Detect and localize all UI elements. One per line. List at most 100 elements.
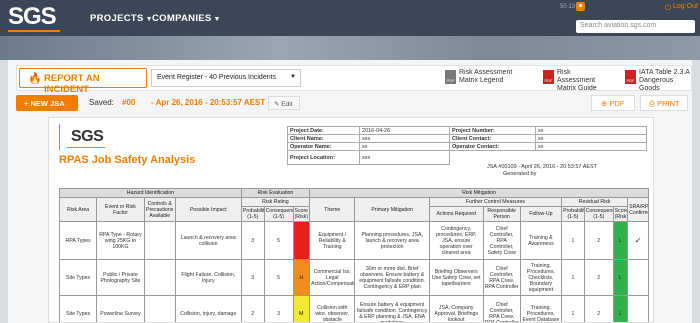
cell-rcons: 2 (583, 259, 614, 296)
cell-impact: Collision, injury, damage (174, 295, 242, 322)
col-header: Follow-Up (519, 206, 563, 222)
cell-cons: 3 (263, 295, 294, 322)
pdf-icon: PDF (625, 70, 636, 84)
user-icon[interactable] (576, 2, 585, 11)
col-header: Probability (1-5) (561, 206, 585, 222)
report-incident-button[interactable]: 🔥 REPORT AN INCIDENT (19, 68, 147, 95)
user-label: 50 13 (560, 4, 576, 10)
col-header: Consequence (1-5) (263, 206, 294, 222)
col-header: Consequence (1-5) (583, 206, 614, 222)
cell-controls (143, 259, 176, 296)
doc-title: RPAS Job Safety Analysis (59, 154, 196, 166)
cell-confirmed (627, 295, 649, 322)
cell-cons: 5 (263, 259, 294, 296)
info-value: xxx (359, 150, 450, 165)
risk-score-high: H (292, 221, 311, 260)
doc-link-guide[interactable]: Risk Assessment Matrix Guide (557, 69, 609, 93)
info-label: Client Name: (287, 134, 360, 143)
cell-person: Chief Controller, RPA Controller, Safety… (482, 221, 521, 260)
col-header: Theme (309, 197, 356, 222)
logout-icon[interactable]: ⏻ (665, 3, 671, 13)
edit-button[interactable]: ✎ Edit (268, 96, 300, 110)
logout-link[interactable]: Log Out (673, 3, 698, 10)
cell-actions: Contingency, procedures, ERP, JSA, ensur… (428, 221, 484, 260)
cell-cons: 5 (263, 221, 294, 260)
doc-link-iata[interactable]: IATA Table 2.3.A Dangerous Goods (639, 69, 693, 93)
cell-risk-area: RPA Types (58, 221, 98, 260)
cell-follow: Training, Procedures, Checklists, Bounda… (519, 259, 563, 296)
group-header: Risk Rating (240, 197, 311, 207)
doc-logo-underline (67, 147, 105, 148)
header-backdrop (0, 36, 700, 60)
table-row: RPA Types RPA Type - Rotary wing 25KG to… (58, 221, 649, 260)
cell-actions: Briefing Observers Use Safety Crew, set … (428, 259, 484, 296)
cell-actions: JSA, Company Approval, Briefings lookout (428, 295, 484, 322)
cell-rprob: 1 (561, 295, 585, 322)
cell-event: Powerline Survey (96, 295, 145, 322)
info-value: xxx (359, 134, 450, 143)
cell-primary: Ensure battery & equipment failsafe cond… (354, 295, 430, 322)
cell-person: Chief Controller, RPA Crew, RPA Controll… (482, 259, 521, 296)
group-header: Residual Risk (561, 197, 629, 207)
group-header: Hazard Identification (59, 188, 242, 198)
action-bar: + NEW JSA Saved: #00 - Apr 26, 2016 - 20… (16, 93, 692, 113)
info-value: xx (535, 126, 647, 135)
group-header: Risk Evaluation (240, 188, 311, 198)
event-register-select[interactable]: Event Register - 40 Previous Incidents ▼ (151, 69, 301, 87)
cell-impact: Launch & recovery area collision (174, 221, 242, 260)
cell-risk-area: Site Types (58, 295, 98, 322)
col-header: Risk Area (58, 197, 98, 222)
jsa-reference: JSA #00109 - April 26, 2016 - 20:53:57 A… (487, 164, 598, 170)
nav-projects[interactable]: PROJECTS ▼ (90, 13, 153, 24)
doc-link-legend[interactable]: Risk Assessment Matrix Legend (459, 69, 513, 85)
info-label: Project Number: (449, 126, 536, 135)
table-row: Site Types Powerline Survey Collision, i… (58, 295, 649, 322)
cell-prob: 2 (240, 295, 265, 322)
info-label: Project Location: (287, 150, 360, 165)
col-header: Score (Risk) (612, 206, 629, 222)
cell-risk-area: Site Types (58, 259, 98, 296)
col-header: Actions Required (428, 206, 484, 222)
pdf-icon: PDF (543, 70, 554, 84)
cell-event: Public / Private Photography Site (96, 259, 145, 296)
chevron-down-icon: ▼ (290, 74, 296, 80)
cell-impact: Flight Failure, Collision, Injury (174, 259, 242, 296)
cell-person: Chief Controller, RPA Crew, RPA Controll… (482, 295, 521, 322)
info-label: Project Date: (287, 126, 360, 135)
cell-rprob: 1 (561, 221, 585, 260)
new-jsa-button[interactable]: + NEW JSA (16, 95, 78, 111)
cell-rcons: 2 (583, 221, 614, 260)
info-value: xx (359, 142, 450, 151)
info-value: xx (535, 142, 647, 151)
logo-underline (8, 30, 60, 32)
cell-event: RPA Type - Rotary wing 25KG to 100KG (96, 221, 145, 260)
check-icon: ✓ (627, 221, 649, 260)
generated-by: Generated by (503, 171, 537, 177)
print-button[interactable]: ⎙ PRINT (640, 95, 688, 111)
residual-score-low: L (612, 295, 629, 322)
chevron-down-icon: ▼ (213, 16, 221, 23)
incident-bar: 🔥 REPORT AN INCIDENT Event Register - 40… (16, 65, 693, 95)
risk-score-high: H (292, 259, 311, 296)
info-value: xx (535, 134, 647, 143)
info-label: Client Contact: (449, 134, 536, 143)
doc-logo-mark (59, 124, 60, 150)
cell-rcons: 2 (583, 295, 614, 322)
sgs-logo[interactable]: SGS (8, 3, 57, 31)
cell-prob: 3 (240, 259, 265, 296)
col-header: Probability (1-5) (240, 206, 265, 222)
col-header: Primary Mitigation (354, 197, 430, 222)
search-input[interactable]: Search aviation.sgs.com (576, 20, 695, 33)
main-panel: 🔥 REPORT AN INCIDENT Event Register - 40… (8, 60, 692, 323)
residual-score-low: L (612, 259, 629, 296)
pdf-button[interactable]: ⊕ PDF (591, 95, 635, 111)
nav-companies[interactable]: COMPANIES ▼ (152, 13, 221, 24)
cell-follow: Training, Procedures, Event Database (519, 295, 563, 322)
cell-theme: Collision with wire, observer, obstacle (309, 295, 356, 322)
cell-theme: Commercial Iss, Legal Action/Compensatio… (309, 259, 356, 296)
saved-date: - Apr 26, 2016 - 20:53:57 AEST (151, 98, 266, 107)
info-label: Operator Contact: (449, 142, 536, 151)
group-header: Risk Mitigation (309, 188, 649, 198)
file-icon: PDF (445, 70, 456, 84)
risk-table: Hazard Identification Risk Evaluation Ri… (58, 188, 649, 322)
